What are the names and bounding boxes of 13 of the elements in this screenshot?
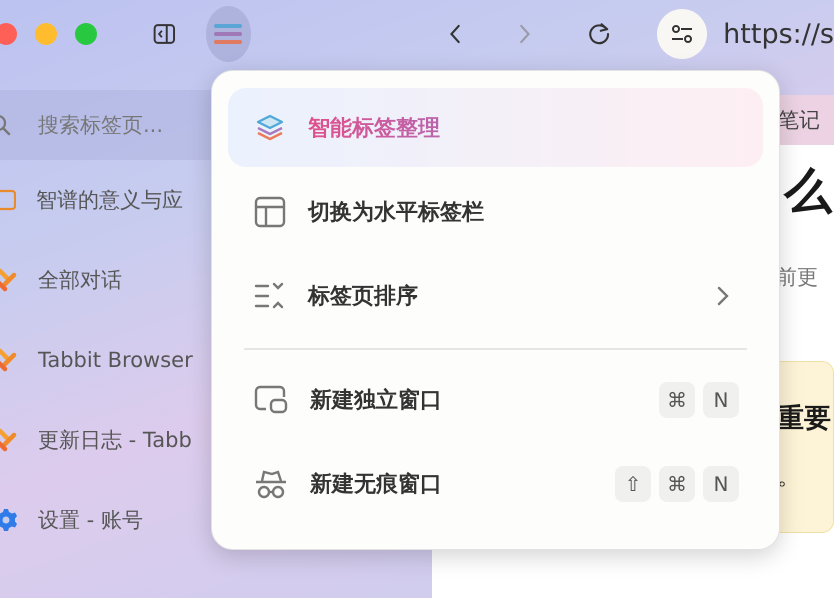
shortcut-key: ⌘ [659, 382, 695, 418]
shortcut-key: ⇧ [615, 466, 651, 502]
tab-title: 更新日志 - Tabb [38, 427, 192, 454]
page-tab-text: 笔记 [778, 107, 820, 134]
shortcut-key: N [703, 382, 739, 418]
tab-title: 全部对话 [38, 267, 122, 294]
shortcut-key: N [703, 466, 739, 502]
shortcut-key: ⌘ [659, 466, 695, 502]
notice-title: 重要 [777, 402, 832, 436]
tab-title: 设置 - 账号 [38, 507, 143, 534]
page-heading: 么 [784, 163, 832, 219]
tab-title: 智谱的意义与应 [36, 187, 183, 214]
tab-title: Tabbit Browser [38, 348, 193, 372]
